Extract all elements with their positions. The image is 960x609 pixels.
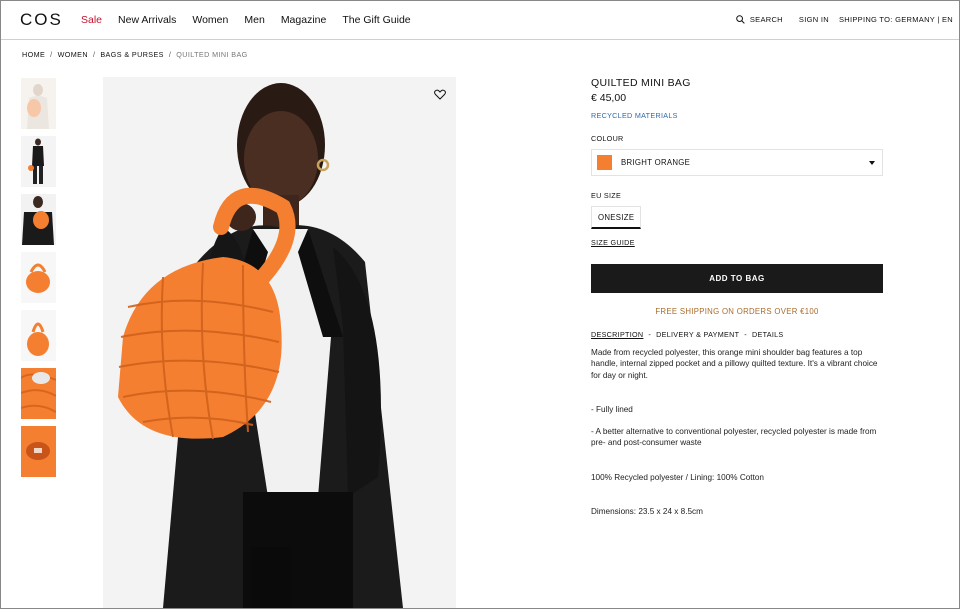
- model-with-bag-illustration: [103, 77, 456, 608]
- thumbnail-3[interactable]: [21, 194, 56, 245]
- nav-item-men[interactable]: Men: [244, 14, 264, 26]
- size-guide-link[interactable]: SIZE GUIDE: [591, 238, 883, 247]
- colour-dropdown[interactable]: BRIGHT ORANGE: [591, 149, 883, 176]
- sign-in-link[interactable]: SIGN IN: [799, 15, 829, 24]
- product-description: Made from recycled polyester, this orang…: [591, 347, 883, 517]
- search-button[interactable]: SEARCH: [736, 15, 783, 24]
- breadcrumb: HOME / WOMEN / BAGS & PURSES / QUILTED MINI BA…: [22, 50, 248, 59]
- tab-details[interactable]: DETAILS: [752, 330, 784, 339]
- nav-item-gift-guide[interactable]: The Gift Guide: [342, 14, 410, 26]
- tab-description[interactable]: DESCRIPTION: [591, 330, 643, 339]
- tab-delivery-payment[interactable]: DELIVERY & PAYMENT: [656, 330, 739, 339]
- thumbnail-6[interactable]: [21, 368, 56, 419]
- main-nav: Sale New Arrivals Women Men Magazine The…: [81, 14, 427, 26]
- thumbnail-strip: [21, 78, 57, 484]
- thumbnail-4[interactable]: [21, 252, 56, 303]
- thumbnail-2[interactable]: [21, 136, 56, 187]
- nav-item-new-arrivals[interactable]: New Arrivals: [118, 14, 176, 26]
- search-label: SEARCH: [749, 15, 783, 24]
- site-header: COS Sale New Arrivals Women Men Magazine…: [1, 1, 959, 40]
- colour-value: BRIGHT ORANGE: [621, 158, 691, 167]
- main-product-image[interactable]: [103, 77, 456, 608]
- wishlist-heart-icon[interactable]: [434, 89, 446, 100]
- product-info-panel: QUILTED MINI BAG € 45,00 RECYCLED MATERI…: [591, 77, 883, 517]
- size-label: EU SIZE: [591, 191, 622, 200]
- breadcrumb-bags[interactable]: BAGS & PURSES: [100, 50, 164, 59]
- cos-logo[interactable]: COS: [20, 10, 63, 30]
- breadcrumb-home[interactable]: HOME: [22, 50, 45, 59]
- product-title: QUILTED MINI BAG: [591, 77, 691, 89]
- breadcrumb-women[interactable]: WOMEN: [58, 50, 88, 59]
- composition-text: 100% Recycled polyester / Lining: 100% C…: [591, 472, 764, 482]
- header-utilities: SEARCH SIGN IN SHIPPING TO: GERMANY | EN: [736, 15, 953, 24]
- breadcrumb-current: QUILTED MINI BAG: [176, 50, 248, 59]
- size-option-onesize[interactable]: ONESIZE: [591, 206, 642, 229]
- shipping-country-selector[interactable]: SHIPPING TO: GERMANY | EN: [839, 15, 953, 24]
- description-bullet-recycled: - A better alternative to conventional p…: [591, 427, 877, 448]
- info-tabs: DESCRIPTION - DELIVERY & PAYMENT - DETAILS: [591, 330, 784, 339]
- free-shipping-note: FREE SHIPPING ON ORDERS OVER €100: [655, 307, 819, 316]
- search-icon: [736, 15, 745, 24]
- add-to-bag-button[interactable]: ADD TO BAG: [591, 264, 883, 293]
- nav-item-sale[interactable]: Sale: [81, 14, 102, 26]
- recycled-materials-link[interactable]: RECYCLED MATERIALS: [591, 111, 883, 120]
- description-bullet-lined: - Fully lined: [591, 404, 633, 414]
- description-text: Made from recycled polyester, this orang…: [591, 348, 878, 380]
- nav-item-magazine[interactable]: Magazine: [281, 14, 327, 26]
- thumbnail-7[interactable]: [21, 426, 56, 477]
- chevron-down-icon: [869, 161, 875, 165]
- thumbnail-1[interactable]: [21, 78, 56, 129]
- dimensions-text: Dimensions: 23.5 x 24 x 8.5cm: [591, 507, 703, 517]
- thumbnail-5[interactable]: [21, 310, 56, 361]
- colour-swatch: [597, 155, 612, 170]
- colour-label: COLOUR: [591, 134, 624, 143]
- nav-item-women[interactable]: Women: [192, 14, 228, 26]
- product-price: € 45,00: [591, 92, 627, 104]
